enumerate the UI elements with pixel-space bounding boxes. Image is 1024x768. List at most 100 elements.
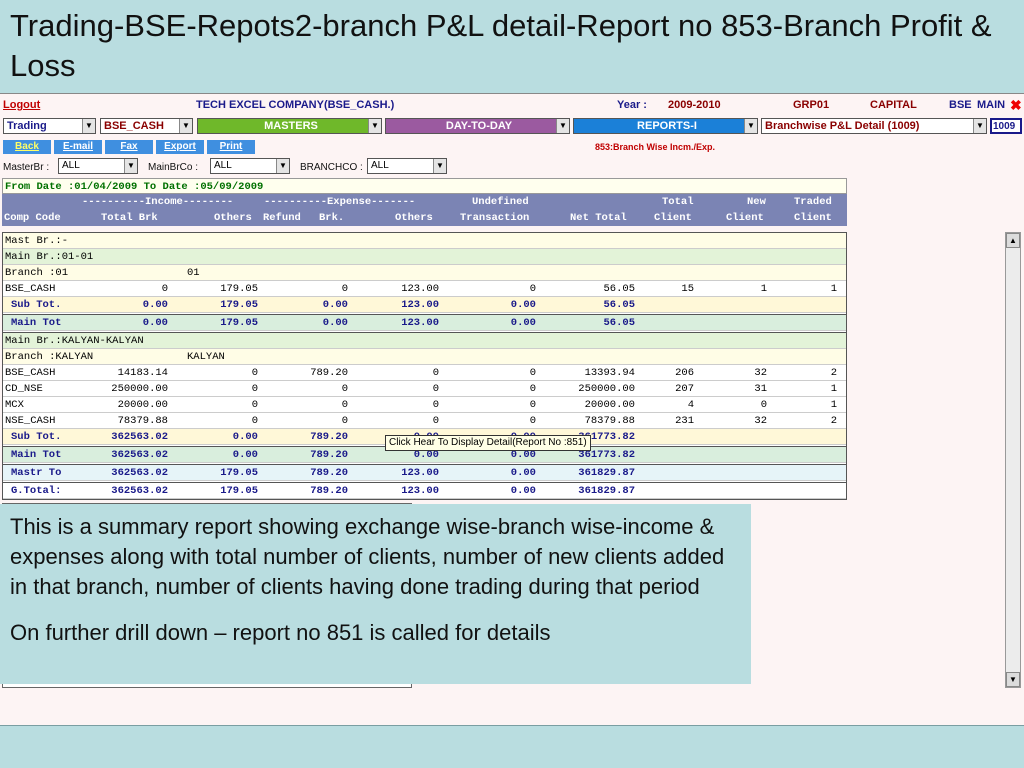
total-brk-cell: 0.00	[142, 317, 168, 329]
masters-menu[interactable]: MASTERS ▼	[197, 118, 382, 134]
traded-client-cell: 1	[830, 399, 837, 411]
year-value: 2009-2010	[668, 99, 721, 111]
exp-others-cell: 0	[432, 383, 439, 395]
new-group-header: New	[747, 196, 766, 208]
segment-select[interactable]: BSE_CASH ▼	[100, 118, 193, 134]
col-transaction: Transaction	[460, 212, 530, 224]
col-refund: Refund	[263, 212, 301, 224]
chevron-down-icon[interactable]: ▼	[276, 159, 289, 173]
refund-cell: 0	[341, 399, 348, 411]
chevron-down-icon[interactable]: ▼	[368, 119, 381, 133]
masters-menu-label: MASTERS	[264, 120, 318, 132]
back-button[interactable]: Back	[3, 140, 51, 154]
transaction-cell: 0	[529, 283, 536, 295]
others-cell: 0.00	[232, 431, 258, 443]
transaction-cell: 0.00	[510, 485, 536, 497]
exp-others-cell: 123.00	[401, 299, 439, 311]
total-brk-cell: 0	[161, 283, 168, 295]
table-row[interactable]: CD_NSE 250000.00 0 0 0 0 250000.00 207 31 1	[3, 381, 846, 397]
day-to-day-menu[interactable]: DAY-TO-DAY ▼	[385, 118, 570, 134]
col-traded-client: Client	[794, 212, 832, 224]
print-button[interactable]: Print	[207, 140, 255, 154]
refund-cell: 0.00	[322, 317, 348, 329]
chevron-down-icon[interactable]: ▼	[82, 119, 95, 133]
main-br-select[interactable]: ALL ▼	[210, 158, 290, 174]
total-brk-cell: 362563.02	[111, 485, 168, 497]
chevron-down-icon[interactable]: ▼	[556, 119, 569, 133]
trading-select[interactable]: Trading ▼	[3, 118, 96, 134]
scroll-down-icon[interactable]: ▼	[1006, 672, 1020, 687]
refund-cell: 0	[341, 283, 348, 295]
new-client-cell: 1	[760, 283, 767, 295]
chevron-down-icon[interactable]: ▼	[973, 119, 986, 133]
new-client-cell: 31	[754, 383, 767, 395]
main-br-text: Main Br.:KALYAN-KALYAN	[5, 335, 144, 347]
main-total-row: Main Tot 0.00 179.05 0.00 123.00 0.00 56.05	[3, 315, 846, 331]
group-header-row: ----------Income-------- ----------Expen…	[2, 194, 847, 210]
new-client-cell: 32	[754, 415, 767, 427]
branch-select[interactable]: ALL ▼	[367, 158, 447, 174]
net-total-cell: 78379.88	[584, 415, 635, 427]
fax-button[interactable]: Fax	[105, 140, 153, 154]
col-total-brk: Total Brk	[101, 212, 158, 224]
logout-link[interactable]: Logout	[3, 99, 40, 111]
sub-total-row: Sub Tot. 0.00 179.05 0.00 123.00 0.00 56.05	[3, 297, 846, 313]
others-cell: 0	[251, 367, 258, 379]
total-client-cell: 15	[681, 283, 694, 295]
mast-br-text: Mast Br.:-	[5, 235, 69, 247]
company-name: TECH EXCEL COMPANY(BSE_CASH.)	[196, 99, 395, 111]
reports-menu[interactable]: REPORTS-I ▼	[573, 118, 758, 134]
total-label: Main Tot	[11, 317, 62, 329]
close-icon[interactable]: ✖	[1010, 97, 1022, 114]
export-button[interactable]: Export	[156, 140, 204, 154]
refund-cell: 0	[341, 415, 348, 427]
branch-row: Branch :01 01	[3, 265, 846, 281]
others-cell: 0	[251, 383, 258, 395]
net-total-cell: 361829.87	[578, 467, 635, 479]
chevron-down-icon[interactable]: ▼	[179, 119, 192, 133]
total-brk-cell: 362563.02	[111, 449, 168, 461]
master-br-select[interactable]: ALL ▼	[58, 158, 138, 174]
report-code-input[interactable]: 1009	[990, 118, 1022, 134]
table-row[interactable]: NSE_CASH 78379.88 0 0 0 0 78379.88 231 32 2	[3, 413, 846, 429]
branch-name: 01	[187, 267, 200, 279]
chevron-down-icon[interactable]: ▼	[124, 159, 137, 173]
table-row[interactable]: BSE_CASH 0 179.05 0 123.00 0 56.05 15 1 1	[3, 281, 846, 297]
traded-client-cell: 1	[830, 283, 837, 295]
chevron-down-icon[interactable]: ▼	[744, 119, 757, 133]
others-cell: 0.00	[232, 449, 258, 461]
total-brk-cell: 78379.88	[117, 415, 168, 427]
report-body: Mast Br.:- Main Br.:01-01 Branch :01 01 B…	[2, 232, 847, 500]
email-button[interactable]: E-mail	[54, 140, 102, 154]
comp-code-cell: CD_NSE	[5, 383, 43, 395]
master-br-value: ALL	[62, 160, 80, 171]
net-total-cell: 56.05	[603, 299, 635, 311]
transaction-cell: 0	[529, 383, 536, 395]
mast-br-row: Mast Br.:-	[3, 233, 846, 249]
refund-cell: 789.20	[310, 485, 348, 497]
trading-select-value: Trading	[7, 120, 47, 132]
table-row[interactable]: MCX 20000.00 0 0 0 0 20000.00 4 0 1	[3, 397, 846, 413]
total-label: Sub Tot.	[11, 431, 62, 443]
net-total-cell: 361829.87	[578, 485, 635, 497]
comp-code-cell: BSE_CASH	[5, 367, 56, 379]
refund-cell: 789.20	[310, 431, 348, 443]
transaction-cell: 0.00	[510, 299, 536, 311]
report-name: 853:Branch Wise Incm./Exp.	[595, 142, 715, 152]
main-br-row: Main Br.:KALYAN-KALYAN	[3, 333, 846, 349]
chevron-down-icon[interactable]: ▼	[433, 159, 446, 173]
main-br-label: MainBrCo :	[148, 162, 199, 173]
exchange-label: BSE	[949, 99, 972, 111]
refund-cell: 789.20	[310, 467, 348, 479]
exp-others-cell: 123.00	[401, 467, 439, 479]
main-label: MAIN	[977, 99, 1006, 111]
report-select[interactable]: Branchwise P&L Detail (1009) ▼	[761, 118, 987, 134]
table-row[interactable]: BSE_CASH 14183.14 0 789.20 0 0 13393.94 206 32 2	[3, 365, 846, 381]
transaction-cell: 0	[529, 415, 536, 427]
scroll-up-icon[interactable]: ▲	[1006, 233, 1020, 248]
total-brk-cell: 14183.14	[117, 367, 168, 379]
transaction-cell: 0	[529, 399, 536, 411]
branch-text: Branch :01	[5, 267, 69, 279]
segment-select-value: BSE_CASH	[104, 120, 164, 132]
vertical-scrollbar[interactable]: ▲ ▼	[1005, 232, 1021, 688]
